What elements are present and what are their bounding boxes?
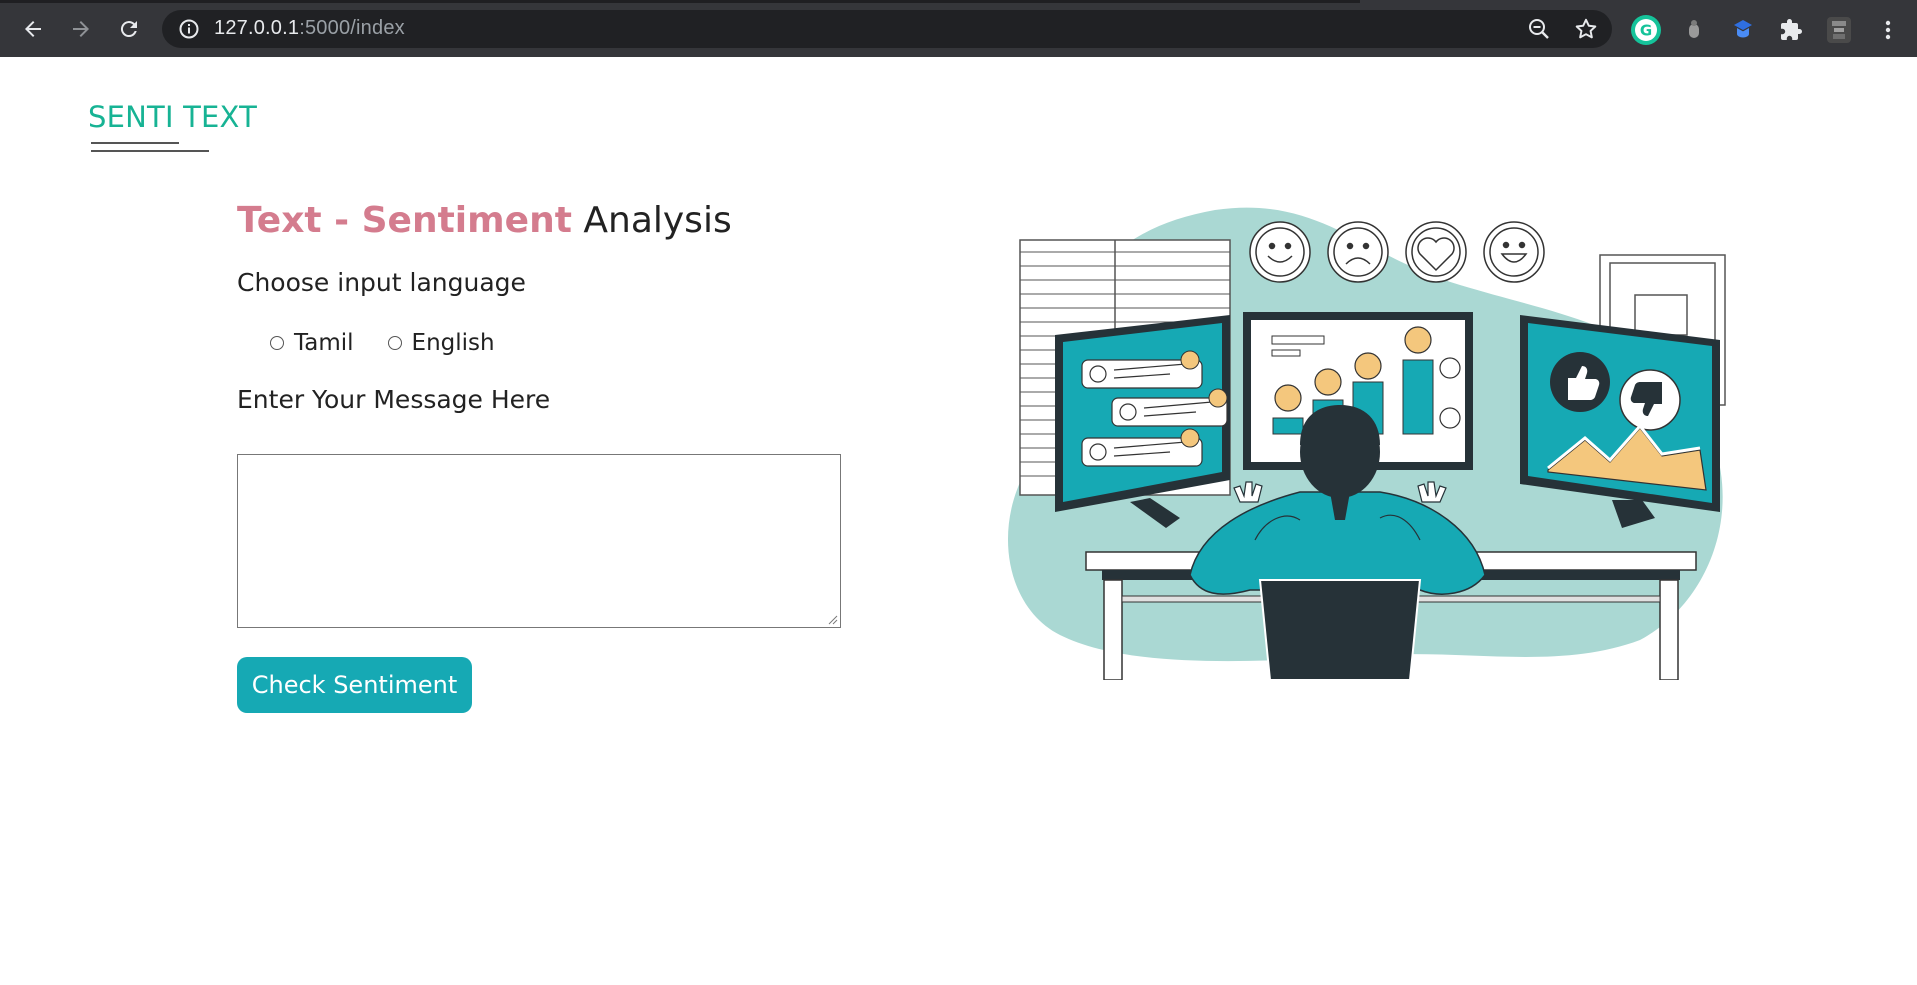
- page-title-rest: Analysis: [583, 200, 732, 241]
- grin-emoji-icon: [1483, 221, 1545, 283]
- site-info-button[interactable]: [178, 18, 200, 44]
- bookmark-button[interactable]: [1573, 16, 1599, 46]
- resize-handle-icon[interactable]: [826, 613, 838, 625]
- forward-button[interactable]: [64, 13, 98, 45]
- radio-tamil[interactable]: [270, 336, 284, 350]
- extension-icon: [1689, 20, 1699, 38]
- profile-button[interactable]: [1822, 13, 1856, 47]
- message-label: Enter Your Message Here: [237, 385, 551, 414]
- language-radio-group: Tamil English: [270, 330, 495, 356]
- site-logo[interactable]: SENTI TEXT: [88, 100, 257, 134]
- forward-icon: [73, 21, 89, 37]
- star-icon: [1575, 18, 1597, 39]
- radio-english-label[interactable]: English: [412, 330, 495, 356]
- zoom-out-icon: [1529, 19, 1549, 39]
- grammarly-icon: G: [1631, 15, 1661, 45]
- back-button[interactable]: [16, 13, 50, 45]
- logo-underline-long: [91, 150, 209, 152]
- reload-icon: [120, 21, 137, 38]
- svg-text:G: G: [1640, 22, 1652, 40]
- message-box: [237, 454, 841, 628]
- url-text[interactable]: 127.0.0.1:5000/index: [214, 17, 405, 40]
- extension-button-2[interactable]: [1726, 13, 1760, 47]
- message-input[interactable]: [238, 455, 840, 627]
- check-sentiment-button[interactable]: Check Sentiment: [237, 657, 472, 713]
- page-title: Text - Sentiment Analysis: [237, 200, 732, 241]
- sentiment-analysis-illustration: [1007, 207, 1726, 680]
- url-host: 127.0.0.1: [214, 17, 300, 39]
- sad-emoji-icon: [1327, 221, 1389, 283]
- radio-english[interactable]: [387, 336, 402, 350]
- extension-button-1[interactable]: [1677, 13, 1711, 47]
- language-label: Choose input language: [237, 268, 526, 297]
- heart-icon: [1405, 221, 1467, 283]
- smile-emoji-icon: [1249, 221, 1311, 283]
- zoom-button[interactable]: [1526, 16, 1552, 46]
- extension-blue-icon: [1734, 20, 1752, 38]
- tab-strip-edge: [0, 0, 1360, 3]
- grammarly-extension[interactable]: G: [1629, 13, 1663, 47]
- profile-avatar: [1827, 17, 1851, 43]
- info-icon: [179, 19, 199, 39]
- logo-underline-short: [91, 142, 179, 144]
- radio-tamil-label[interactable]: Tamil: [294, 330, 354, 356]
- browser-menu-button[interactable]: [1871, 13, 1905, 47]
- back-icon: [25, 21, 41, 37]
- page-title-accent: Text - Sentiment: [237, 200, 572, 241]
- reload-button[interactable]: [112, 13, 146, 45]
- extensions-menu-button[interactable]: [1774, 13, 1808, 47]
- puzzle-icon: [1781, 19, 1802, 40]
- url-path: :5000/index: [299, 17, 405, 39]
- menu-icon: [1885, 20, 1891, 40]
- browser-toolbar: 127.0.0.1:5000/index G: [0, 0, 1917, 57]
